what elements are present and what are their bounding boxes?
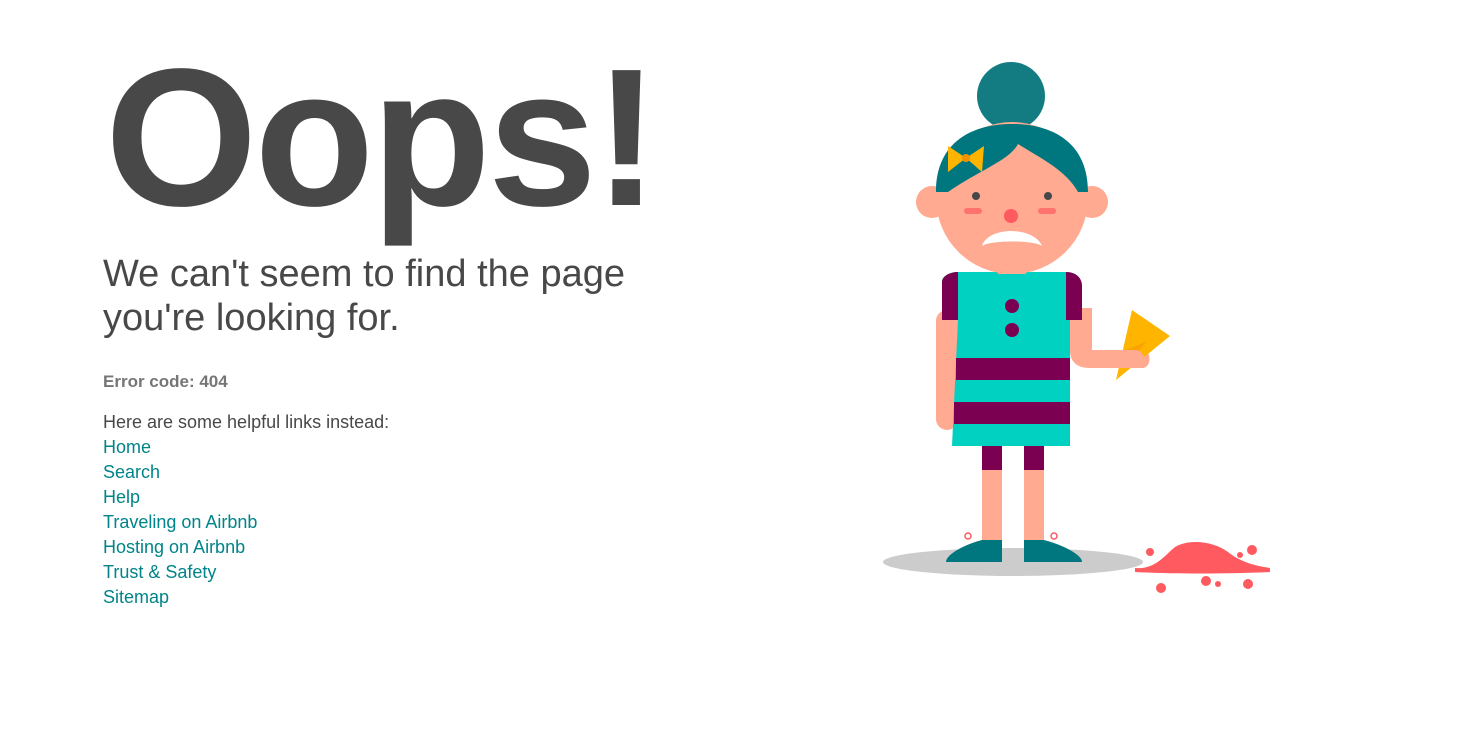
link-search[interactable]: Search	[103, 462, 160, 482]
dress-button	[1005, 323, 1019, 337]
link-hosting[interactable]: Hosting on Airbnb	[103, 537, 245, 557]
helpful-links-list: Home Search Help Traveling on Airbnb Hos…	[103, 435, 743, 610]
dropped-ice-cream	[1135, 541, 1270, 593]
dress-button	[1005, 299, 1019, 313]
link-help[interactable]: Help	[103, 487, 140, 507]
ground-shadow	[883, 548, 1143, 576]
dress-stripe	[954, 402, 1070, 424]
list-item: Home	[103, 435, 743, 460]
list-item: Help	[103, 485, 743, 510]
list-item: Traveling on Airbnb	[103, 510, 743, 535]
link-trust-safety[interactable]: Trust & Safety	[103, 562, 216, 582]
list-item: Hosting on Airbnb	[103, 535, 743, 560]
hair-bun	[977, 62, 1045, 130]
error-content: Oops! We can't seem to find the page you…	[103, 40, 743, 610]
link-sitemap[interactable]: Sitemap	[103, 587, 169, 607]
error-code: Error code: 404	[103, 372, 228, 391]
nose	[1004, 209, 1018, 223]
list-item: Search	[103, 460, 743, 485]
helpful-links-heading: Here are some helpful links instead:	[103, 412, 390, 432]
right-eye	[1044, 192, 1052, 200]
dress-stripe	[956, 358, 1070, 380]
link-home[interactable]: Home	[103, 437, 151, 457]
left-eye	[972, 192, 980, 200]
page-title: Oops!	[105, 28, 659, 247]
sad-girl-illustration	[883, 62, 1270, 593]
list-item: Sitemap	[103, 585, 743, 610]
link-traveling[interactable]: Traveling on Airbnb	[103, 512, 257, 532]
list-item: Trust & Safety	[103, 560, 743, 585]
page-subtitle: We can't seem to find the page you're lo…	[103, 253, 625, 339]
